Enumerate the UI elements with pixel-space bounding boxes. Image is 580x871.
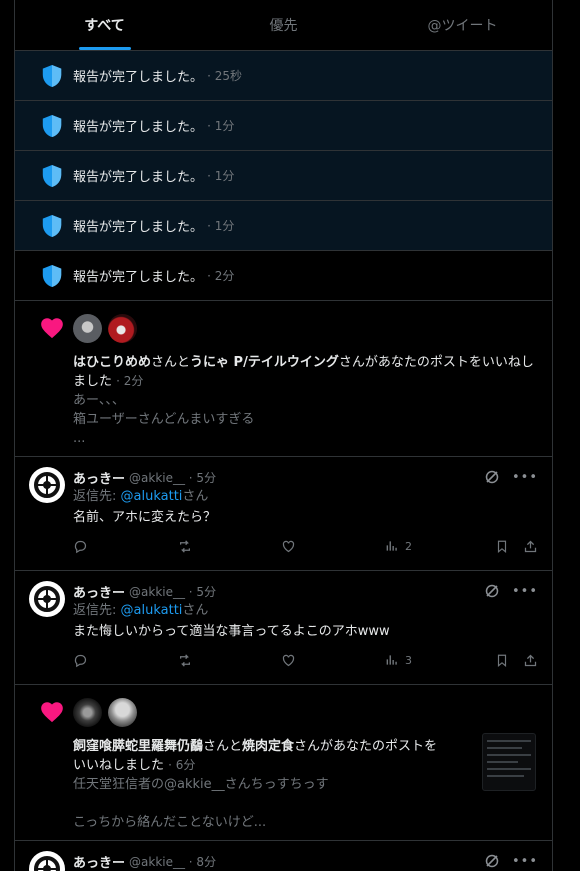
report-time: · 1分 [207, 219, 235, 233]
notification-tabs: すべて 優先 @ツイート [15, 0, 552, 51]
report-time: · 1分 [207, 119, 235, 133]
post-preview: あー、、、 箱ユーザーさんどんまいすぎる... [73, 393, 255, 446]
grok-icon[interactable] [484, 853, 500, 869]
view-count: 3 [405, 653, 412, 667]
author-handle[interactable]: @akkie__ · 8分 [129, 853, 216, 870]
report-text: 報告が完了しました。 [73, 120, 204, 135]
like-notification-text: はひこりめめさんとうにゃ P/テイルウイングさんがあなたのポストをいいねしました… [73, 355, 534, 389]
views-button[interactable]: 3 [385, 653, 489, 667]
report-notification[interactable]: 報告が完了しました。 · 25秒 [15, 51, 552, 101]
grok-icon[interactable] [484, 469, 500, 485]
avatar[interactable] [29, 851, 65, 871]
view-count: 2 [405, 539, 412, 553]
like-button[interactable] [281, 539, 385, 554]
avatar[interactable] [29, 467, 65, 503]
like-button[interactable] [281, 653, 385, 668]
post-preview: 任天堂狂信者の@akkie__さんちっすちっす こっちから絡んだことないけど... [73, 777, 329, 830]
reply-to-link[interactable]: @alukatti [121, 603, 183, 618]
grok-icon[interactable] [484, 583, 500, 599]
author-name[interactable]: あっきー [73, 468, 125, 487]
report-text: 報告が完了しました。 [73, 220, 204, 235]
post-thumbnail[interactable] [482, 733, 536, 791]
author-name[interactable]: あっきー [73, 852, 125, 871]
author-handle[interactable]: @akkie__ · 5分 [129, 583, 216, 600]
post-tools [495, 539, 538, 554]
post-text: 名前、アホに変えたら？ [73, 510, 217, 525]
shield-icon [42, 114, 62, 137]
share-icon[interactable] [523, 653, 538, 668]
post-tools [495, 653, 538, 668]
reply-button[interactable] [73, 653, 177, 668]
reply-to-link[interactable]: @alukatti [121, 489, 183, 504]
report-time: · 2分 [207, 269, 235, 283]
avatar[interactable] [29, 581, 65, 617]
avatar[interactable] [108, 697, 137, 727]
report-notification[interactable]: 報告が完了しました。 · 1分 [15, 201, 552, 251]
shield-icon [42, 214, 62, 237]
more-icon[interactable]: ••• [512, 584, 538, 599]
heart-icon [41, 318, 63, 339]
share-icon[interactable] [523, 539, 538, 554]
report-text: 報告が完了しました。 [73, 170, 204, 185]
shield-icon [42, 64, 62, 87]
tab-priority[interactable]: 優先 [194, 0, 373, 50]
report-time: · 25秒 [207, 69, 243, 83]
tab-active-indicator [78, 47, 131, 50]
reply-button[interactable] [73, 539, 177, 554]
report-text: 報告が完了しました。 [73, 270, 204, 285]
tab-mentions[interactable]: @ツイート [373, 0, 552, 50]
post[interactable]: あっきー @akkie__ · 5分 返信先: @alukattiさん また悔しい… [15, 571, 552, 685]
report-text: 報告が完了しました。 [73, 70, 204, 85]
shield-icon [42, 264, 62, 287]
report-notification[interactable]: 報告が完了しました。 · 1分 [15, 151, 552, 201]
more-icon[interactable]: ••• [512, 854, 538, 869]
author-handle[interactable]: @akkie__ · 5分 [129, 469, 216, 486]
report-notification[interactable]: 報告が完了しました。 · 2分 [15, 251, 552, 301]
post[interactable]: あっきー @akkie__ · 5分 返信先: @alukattiさん 名前、アホ… [15, 457, 552, 571]
post-actions: 2 [73, 529, 538, 563]
reply-to: 返信先: @alukattiさん [73, 603, 209, 618]
post[interactable]: あっきー @akkie__ · 8分 ••• [15, 841, 552, 871]
more-icon[interactable]: ••• [512, 470, 538, 485]
bookmark-icon[interactable] [495, 653, 509, 668]
reply-to: 返信先: @alukattiさん [73, 489, 209, 504]
like-notification[interactable]: 飼窪喰膵蛇里羅舞仍鷸さんと焼肉定食さんがあなたのポストをいいねしました · 6分… [15, 685, 552, 841]
bookmark-icon[interactable] [495, 539, 509, 554]
avatar[interactable] [73, 697, 102, 727]
author-name[interactable]: あっきー [73, 582, 125, 601]
report-notification[interactable]: 報告が完了しました。 · 1分 [15, 101, 552, 151]
repost-button[interactable] [177, 653, 281, 668]
avatar[interactable] [108, 313, 137, 343]
like-notification[interactable]: はひこりめめさんとうにゃ P/テイルウイングさんがあなたのポストをいいねしました… [15, 301, 552, 457]
views-button[interactable]: 2 [385, 539, 489, 553]
report-time: · 1分 [207, 169, 235, 183]
post-actions: 3 [73, 643, 538, 677]
shield-icon [42, 164, 62, 187]
repost-button[interactable] [177, 539, 281, 554]
post-text: また悔しいからって適当な事言ってるよこのアホwww [73, 624, 390, 639]
heart-icon [41, 702, 63, 723]
notifications-column: すべて 優先 @ツイート 報告が完了しました。 · 25秒 報告が完了しました。… [14, 0, 553, 871]
like-notification-text: 飼窪喰膵蛇里羅舞仍鷸さんと焼肉定食さんがあなたのポストをいいねしました · 6分 [73, 739, 438, 773]
tab-all[interactable]: すべて [15, 0, 194, 50]
avatar[interactable] [73, 313, 102, 343]
